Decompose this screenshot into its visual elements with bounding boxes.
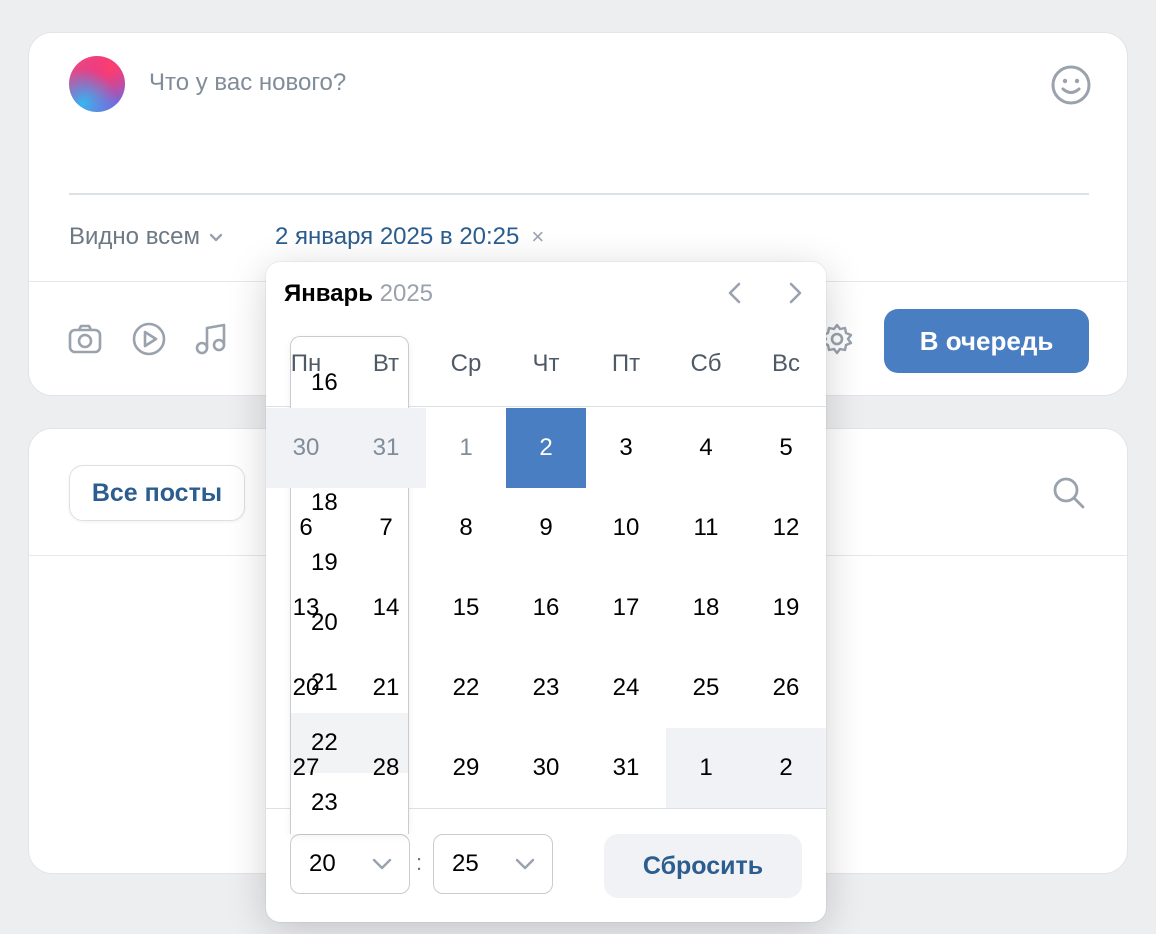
close-icon[interactable]: ×: [531, 224, 544, 250]
calendar-day[interactable]: 24: [586, 648, 666, 728]
calendar-month: Январь: [284, 280, 373, 307]
calendar-day[interactable]: 13: [266, 568, 346, 648]
minute-value: 25: [452, 850, 479, 877]
chevron-down-icon: [515, 858, 535, 870]
divider: [69, 193, 1089, 195]
calendar-day[interactable]: 5: [746, 408, 826, 488]
calendar-day[interactable]: 28: [346, 728, 426, 808]
reset-button[interactable]: Сбросить: [604, 834, 802, 898]
calendar-day[interactable]: 1: [426, 408, 506, 488]
weekday-label: Вс: [771, 350, 800, 377]
calendar-day[interactable]: 22: [426, 648, 506, 728]
weekday-label: Чт: [532, 350, 560, 377]
schedule-date[interactable]: 2 января 2025 в 20:25 ×: [275, 223, 544, 251]
calendar-day[interactable]: 19: [746, 568, 826, 648]
avatar[interactable]: [69, 56, 125, 112]
time-separator: :: [416, 850, 423, 875]
calendar-day[interactable]: 31: [346, 408, 426, 488]
calendar-day[interactable]: 30: [266, 408, 346, 488]
calendar-day[interactable]: 1: [666, 728, 746, 808]
calendar-day[interactable]: 9: [506, 488, 586, 568]
calendar-day[interactable]: 7: [346, 488, 426, 568]
calendar-day[interactable]: 31: [586, 728, 666, 808]
schedule-text[interactable]: 2 января 2025 в 20:25: [275, 223, 519, 251]
post-input[interactable]: Что у вас нового?: [149, 69, 346, 97]
calendar-year: 2025: [379, 280, 434, 307]
calendar-day[interactable]: 2: [506, 408, 586, 488]
weekday-label: Сб: [690, 350, 722, 377]
calendar-day[interactable]: 30: [506, 728, 586, 808]
calendar-day[interactable]: 12: [746, 488, 826, 568]
calendar-day[interactable]: 3: [586, 408, 666, 488]
calendar-day[interactable]: 11: [666, 488, 746, 568]
video-icon[interactable]: [131, 321, 167, 357]
hour-value: 20: [309, 850, 336, 877]
calendar-day[interactable]: 6: [266, 488, 346, 568]
chevron-down-icon: [209, 233, 223, 242]
chevron-right-icon[interactable]: [780, 278, 810, 308]
chevron-left-icon[interactable]: [720, 278, 750, 308]
calendar-day[interactable]: 25: [666, 648, 746, 728]
weekday-label: Вт: [372, 350, 400, 377]
music-icon[interactable]: [193, 321, 229, 357]
emoji-icon[interactable]: [1049, 63, 1093, 107]
calendar-day[interactable]: 15: [426, 568, 506, 648]
date-picker-popup: Январь 2025 20 : 25 Сбросить 16171819202…: [266, 262, 826, 922]
search-icon[interactable]: [1051, 475, 1087, 511]
calendar-day[interactable]: 18: [666, 568, 746, 648]
minute-select[interactable]: 25: [433, 834, 553, 894]
visibility-label: Видно всем: [69, 223, 201, 250]
weekday-label: Пт: [611, 350, 641, 377]
calendar-day[interactable]: 29: [426, 728, 506, 808]
chevron-down-icon: [372, 858, 392, 870]
calendar-day[interactable]: 2: [746, 728, 826, 808]
calendar-day[interactable]: 23: [506, 648, 586, 728]
all-posts-tab[interactable]: Все посты: [69, 465, 245, 521]
calendar-day[interactable]: 8: [426, 488, 506, 568]
calendar-day[interactable]: 10: [586, 488, 666, 568]
calendar-day[interactable]: 14: [346, 568, 426, 648]
calendar-title: Январь 2025: [284, 280, 433, 308]
calendar-day[interactable]: 27: [266, 728, 346, 808]
calendar-day[interactable]: 26: [746, 648, 826, 728]
visibility-dropdown[interactable]: Видно всем: [69, 223, 224, 251]
calendar-day[interactable]: 20: [266, 648, 346, 728]
calendar-day[interactable]: 4: [666, 408, 746, 488]
calendar-day[interactable]: 17: [586, 568, 666, 648]
hour-select[interactable]: 20: [290, 834, 410, 894]
weekday-label: Пн: [290, 350, 322, 377]
queue-button[interactable]: В очередь: [884, 309, 1089, 373]
camera-icon[interactable]: [67, 321, 103, 357]
calendar-day[interactable]: 16: [506, 568, 586, 648]
weekday-label: Ср: [450, 350, 482, 377]
calendar-day[interactable]: 21: [346, 648, 426, 728]
